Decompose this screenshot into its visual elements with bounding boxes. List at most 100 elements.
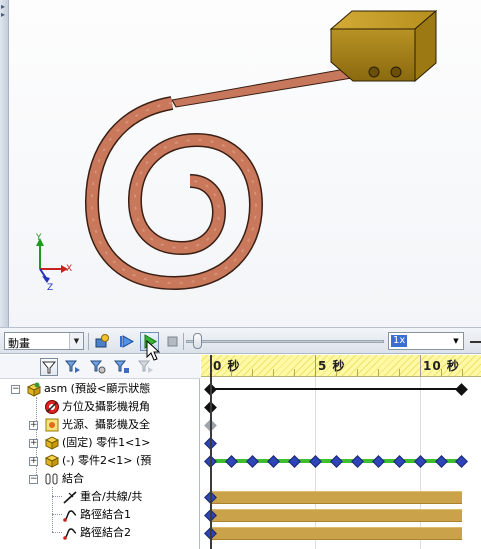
time-tick-label: 10 秒 [423,359,460,373]
expand-toggle[interactable]: + [29,457,38,466]
reference-triad: Y X Z [35,233,72,293]
play-from-start-icon [120,335,135,348]
playback-slider-thumb[interactable] [193,333,202,349]
key-point[interactable] [393,455,406,468]
key-point[interactable] [455,383,468,396]
major-tick [420,355,421,377]
orientation-camera-icon [44,399,60,415]
tree-item-label: 重合/共線/共 [80,490,143,503]
time-tick-label: 5 秒 [318,359,346,373]
tree-item-coincident-mate[interactable]: 重合/共線/共 [0,488,160,506]
toolbar-overflow-icon[interactable] [470,341,481,343]
filter-driving-button[interactable] [64,358,82,376]
tree-item-label: asm (預設<顯示狀態 [44,382,151,395]
track-orientation-views[interactable] [201,398,481,416]
key-point[interactable] [267,455,280,468]
mates-folder-icon [44,471,60,487]
motion-manager-tree: − asm (預設<顯示狀態 方位及攝影機視角 + 光源、攝影機及全 + (固定… [0,355,200,549]
stop-icon [167,336,178,347]
track-part2[interactable] [201,452,481,470]
key-point[interactable] [309,455,322,468]
path-mate-icon [62,507,78,523]
timeline-bar[interactable] [210,527,462,540]
tree-item-orientation-views[interactable]: 方位及攝影機視角 [0,398,160,416]
gold-block-part [329,9,438,83]
funnel-icon [41,361,57,374]
timeline-bar[interactable] [210,509,462,522]
triad-z-label: Z [47,283,53,293]
funnel-results-icon [113,360,129,373]
key-point[interactable] [455,455,468,468]
key-point[interactable] [225,455,238,468]
key-point[interactable] [372,455,385,468]
timeline-panel[interactable]: 0 秒 5 秒 10 秒 [201,355,481,549]
minor-tick [294,369,295,377]
lights-cameras-icon [44,417,60,433]
chevron-down-icon[interactable]: ▼ [449,333,463,349]
coincident-mate-icon [62,489,78,505]
key-point[interactable] [351,455,364,468]
track-path-mate-1[interactable] [201,506,481,524]
key-point[interactable] [414,455,427,468]
calculate-icon [95,334,109,348]
toolbar-divider [88,333,89,350]
tree-item-part2[interactable]: + (-) 零件2<1> (預 [0,452,160,470]
key-point[interactable] [330,455,343,468]
playback-slider[interactable] [186,340,384,343]
spring-strip [84,68,353,291]
tree-item-path-mate-1[interactable]: 路徑結合1 [0,506,160,524]
timeline-bar[interactable] [210,388,462,390]
playback-speed-select[interactable]: 1x ▼ [388,332,464,350]
minor-tick [252,369,253,377]
funnel-driving-icon [64,360,80,373]
stop-button[interactable] [163,332,182,351]
expand-toggle[interactable]: + [29,421,38,430]
timeline-bar[interactable] [210,491,462,504]
minor-tick [273,369,274,377]
graphics-area[interactable]: ▸ ▸ Y X Z [0,0,481,328]
track-assembly[interactable] [201,380,481,398]
triad-y-label: Y [35,233,42,243]
tree-item-lights-cameras[interactable]: + 光源、攝影機及全 [0,416,160,434]
assembly-icon [26,381,42,397]
funnel-selected-icon [89,360,106,374]
filter-animated-button[interactable] [40,358,58,376]
tree-item-label: (固定) 零件1<1> [62,436,151,449]
calculate-button[interactable] [93,332,112,351]
triad-x-label: X [66,264,72,274]
collapse-toggle[interactable]: − [11,385,20,394]
expand-toggle[interactable]: + [29,439,38,448]
filter-toolbar [0,355,200,379]
timeline-header[interactable]: 0 秒 5 秒 10 秒 [201,355,481,377]
tree-item-label: 路徑結合1 [80,508,131,521]
tree-item-label: 光源、攝影機及全 [62,418,150,431]
tree-item-part1[interactable]: + (固定) 零件1<1> [0,434,160,452]
tree-item-label: 方位及攝影機視角 [62,400,150,413]
key-point[interactable] [246,455,259,468]
track-coincident-mate[interactable] [201,488,481,506]
playback-speed-value: 1x [391,335,408,347]
time-bar-cursor[interactable] [210,355,212,549]
filter-selected-button[interactable] [89,358,107,376]
spring-model[interactable]: Y X Z [0,0,481,328]
tree-item-mates[interactable]: − 結合 [0,470,160,488]
chevron-down-icon[interactable]: ▼ [69,333,83,349]
mouse-cursor-icon [146,340,161,361]
major-tick [315,355,316,377]
track-mates[interactable] [201,470,481,488]
path-mate-icon [62,525,78,541]
tree-item-label: 路徑結合2 [80,526,131,539]
toolbar-divider [183,333,184,350]
study-type-select[interactable]: 動畫 ▼ [4,332,84,350]
filter-results-button[interactable] [113,358,131,376]
minor-tick [357,369,358,377]
collapse-toggle[interactable]: − [29,475,38,484]
track-path-mate-2[interactable] [201,524,481,542]
tree-item-assembly[interactable]: − asm (預設<顯示狀態 [0,380,160,398]
key-point[interactable] [435,455,448,468]
track-lights-cameras[interactable] [201,416,481,434]
track-part1[interactable] [201,434,481,452]
play-from-start-button[interactable] [117,332,136,351]
tree-item-path-mate-2[interactable]: 路徑結合2 [0,524,160,542]
key-point[interactable] [288,455,301,468]
